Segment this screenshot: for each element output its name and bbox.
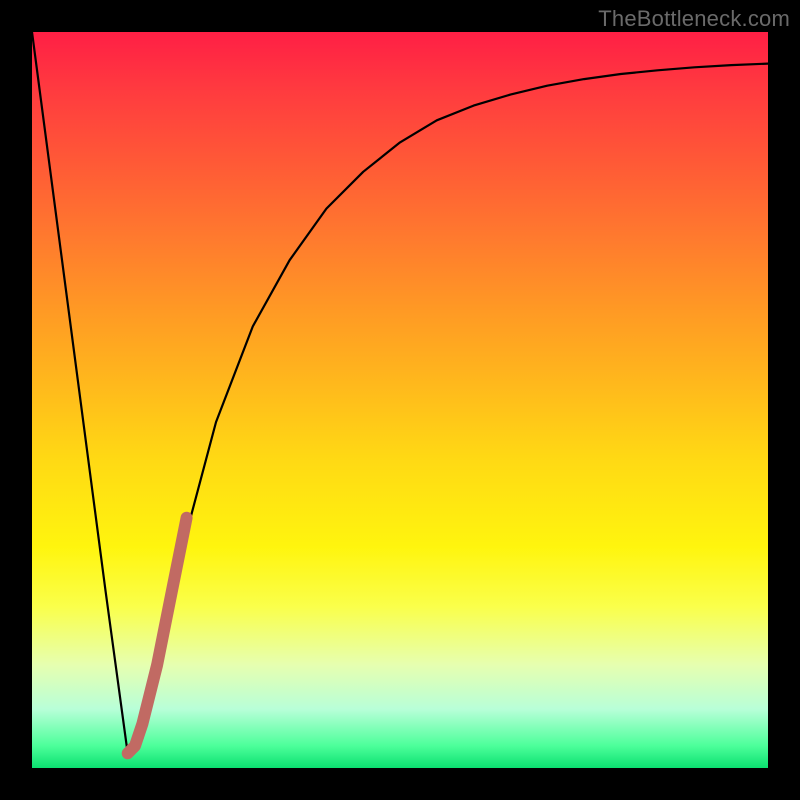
- chart-frame: TheBottleneck.com: [0, 0, 800, 800]
- recommended-range-marker: [128, 518, 187, 754]
- bottleneck-curve: [32, 32, 768, 753]
- chart-svg: [32, 32, 768, 768]
- watermark-text: TheBottleneck.com: [598, 6, 790, 32]
- plot-area: [32, 32, 768, 768]
